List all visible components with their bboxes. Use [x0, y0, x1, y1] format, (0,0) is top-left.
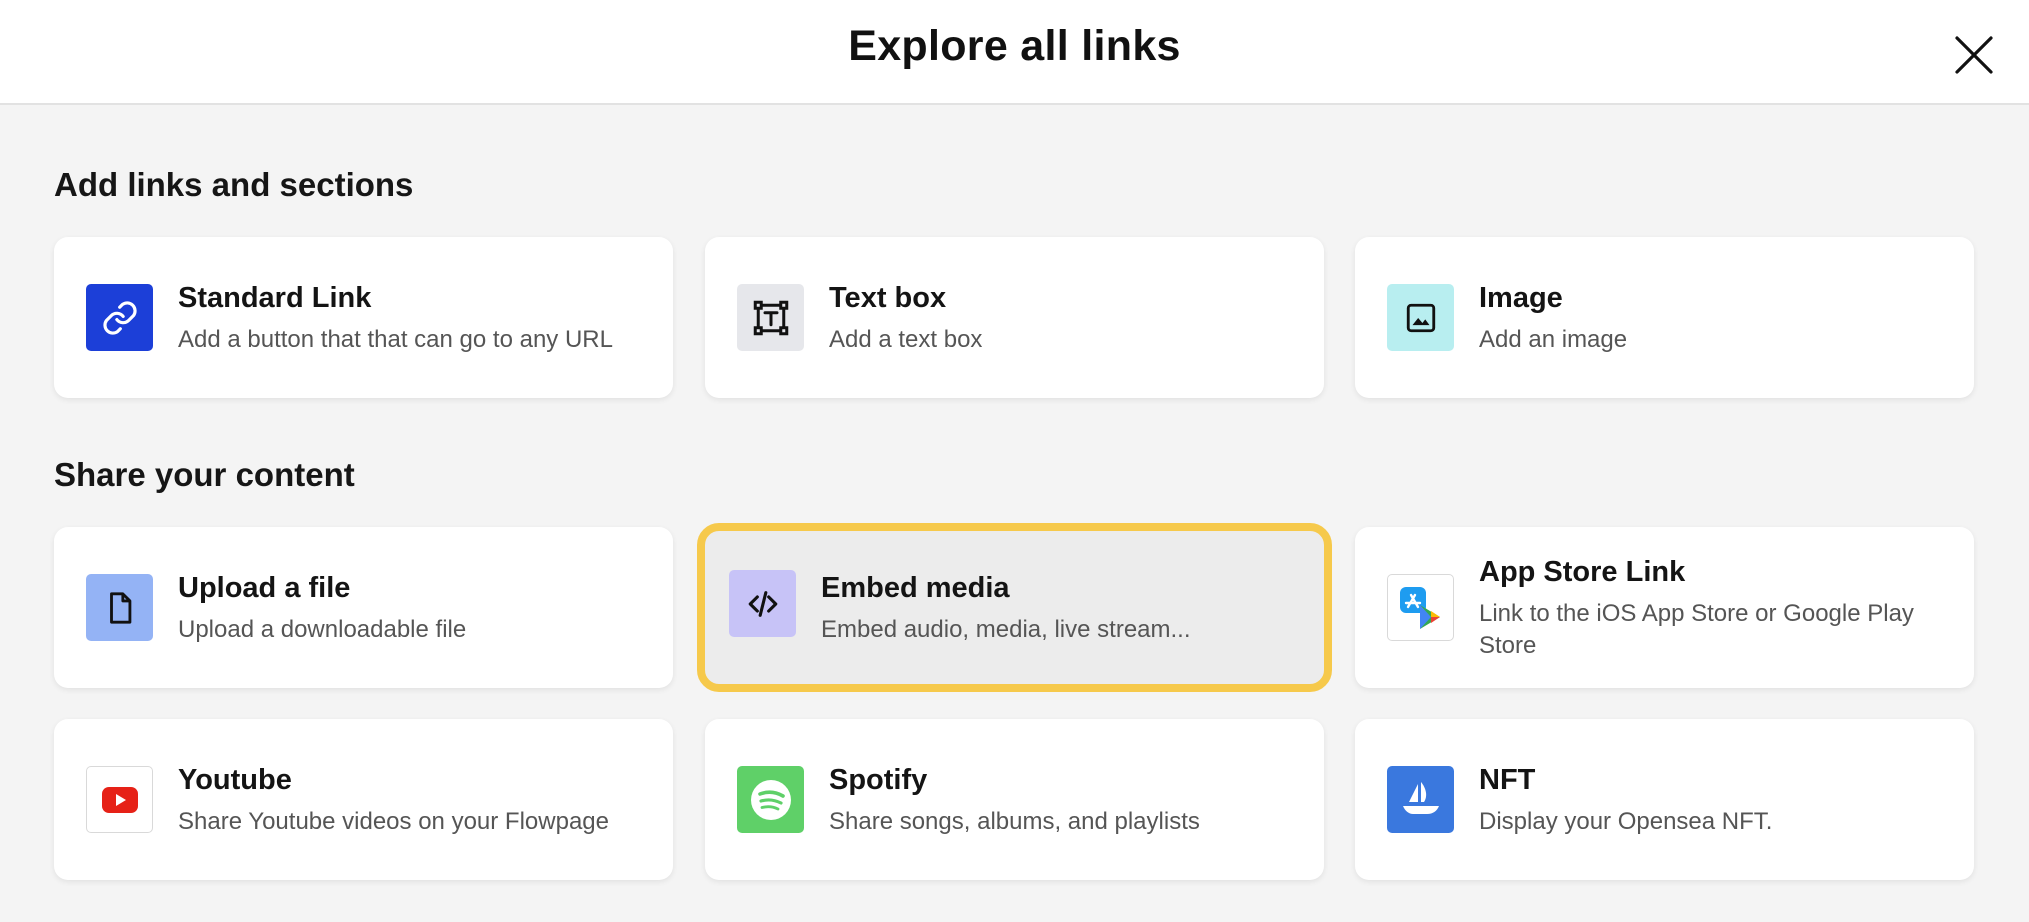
card-title: Youtube — [178, 763, 292, 796]
card-image[interactable]: Image Add an image — [1355, 237, 1974, 398]
modal-title: Explore all links — [848, 22, 1181, 70]
card-title: App Store Link — [1479, 555, 1686, 588]
card-description: Share songs, albums, and playlists — [829, 807, 1200, 835]
app-store-icon — [1399, 586, 1440, 629]
card-embed-media[interactable]: Embed media Embed audio, media, live str… — [697, 523, 1332, 692]
card-description: Link to the iOS App Store or Google Play… — [1479, 599, 1914, 659]
card-title: NFT — [1479, 763, 1536, 796]
spotify-icon-box — [737, 766, 804, 833]
text-box-icon-box — [737, 284, 804, 351]
card-title: Text box — [829, 281, 947, 314]
card-app-store-link[interactable]: App Store Link Link to the iOS App Store… — [1355, 527, 1974, 688]
modal-header: Explore all links — [0, 0, 2029, 105]
text-box-icon — [753, 300, 788, 335]
nft-icon-box — [1387, 766, 1454, 833]
card-spotify[interactable]: Spotify Share songs, albums, and playlis… — [705, 719, 1324, 880]
upload-file-icon-box — [86, 574, 153, 641]
image-icon — [1406, 303, 1435, 332]
app-store-icon-box — [1387, 574, 1454, 641]
card-title: Embed media — [821, 571, 1010, 604]
card-upload-file[interactable]: Upload a file Upload a downloadable file — [54, 527, 673, 688]
embed-media-icon-box — [729, 570, 796, 637]
card-title: Image — [1479, 281, 1563, 314]
card-description: Share Youtube videos on your Flowpage — [178, 807, 609, 835]
nft-boat-icon — [1402, 781, 1439, 814]
spotify-icon — [750, 779, 791, 820]
youtube-icon-box — [86, 766, 153, 833]
card-title: Upload a file — [178, 571, 351, 604]
youtube-icon — [101, 786, 138, 813]
close-button[interactable] — [1952, 33, 1996, 77]
card-title: Spotify — [829, 763, 928, 796]
card-text-box[interactable]: Text box Add a text box — [705, 237, 1324, 398]
card-description: Upload a downloadable file — [178, 615, 467, 643]
card-description: Display your Opensea NFT. — [1479, 807, 1773, 835]
card-description: Add a text box — [829, 325, 983, 353]
close-icon — [1955, 36, 1993, 74]
card-description: Add a button that that can go to any URL — [178, 325, 613, 353]
file-icon — [109, 591, 131, 624]
card-nft[interactable]: NFT Display your Opensea NFT. — [1355, 719, 1974, 880]
section-heading-share-content: Share your content — [54, 456, 355, 493]
card-description: Add an image — [1479, 325, 1628, 353]
image-icon-box — [1387, 284, 1454, 351]
section-heading-add-links: Add links and sections — [54, 166, 414, 203]
code-icon — [748, 590, 777, 617]
card-youtube[interactable]: Youtube Share Youtube videos on your Flo… — [54, 719, 673, 880]
card-standard-link[interactable]: Standard Link Add a button that that can… — [54, 237, 673, 398]
standard-link-icon-box — [86, 284, 153, 351]
card-description: Embed audio, media, live stream... — [821, 615, 1191, 643]
link-icon — [102, 300, 137, 335]
card-title: Standard Link — [178, 281, 372, 314]
